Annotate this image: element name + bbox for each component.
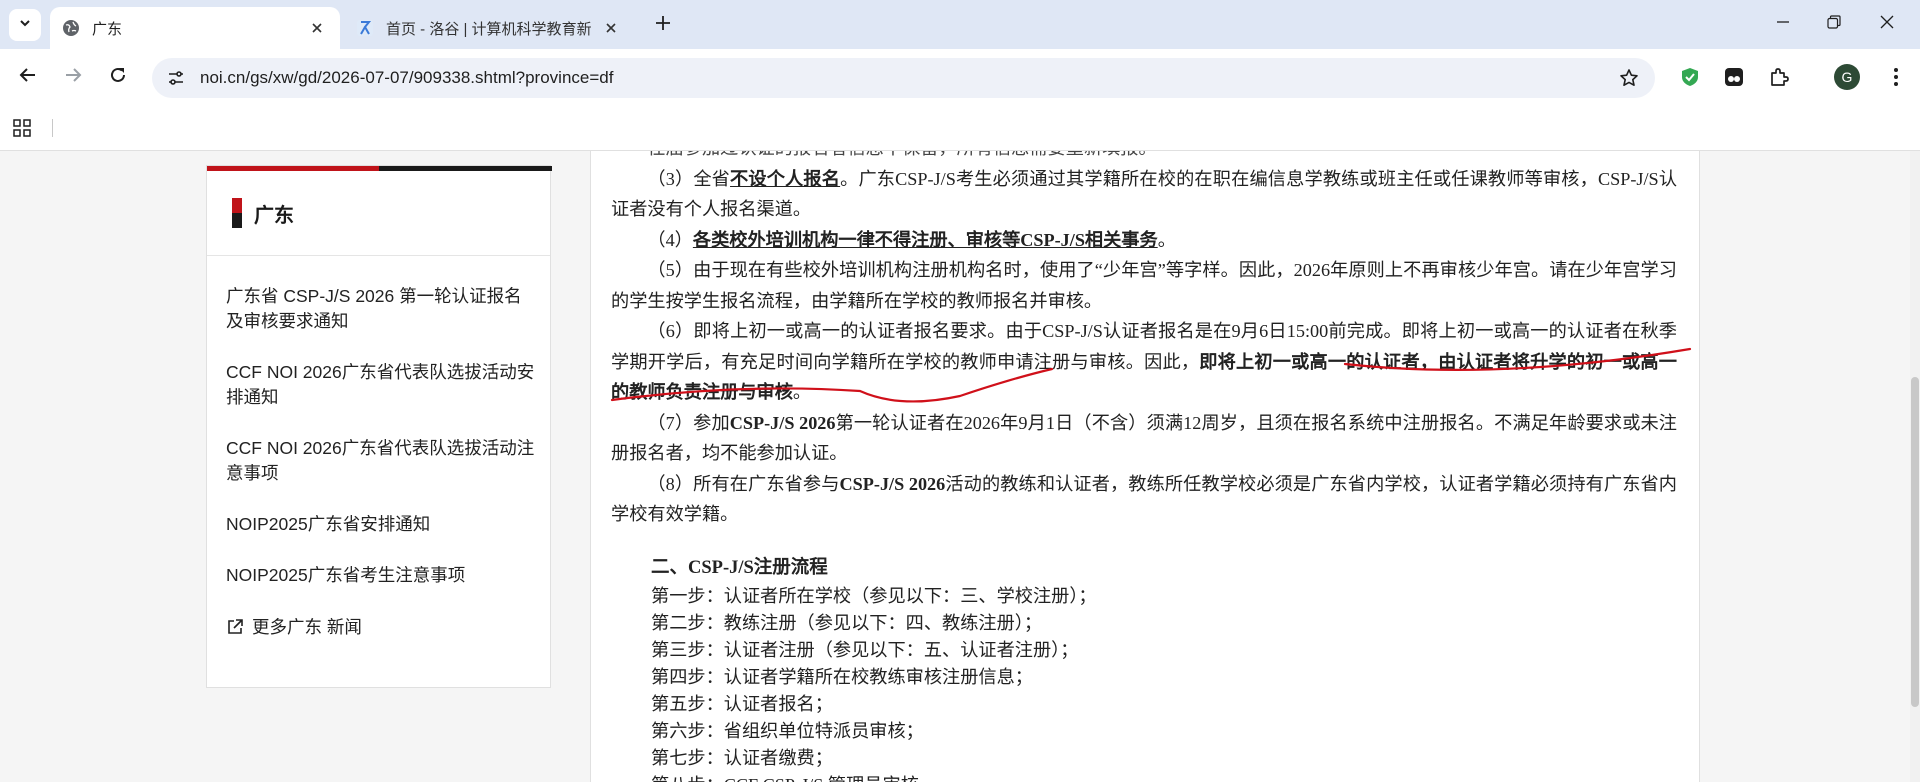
restore-button[interactable] <box>1811 8 1857 40</box>
sidebar-item-noi-schedule[interactable]: CCF NOI 2026广东省代表队选拔活动安排通知 <box>226 360 536 410</box>
close-icon[interactable] <box>306 17 328 39</box>
paragraph-3: （3）全省不设个人报名。广东CSP-J/S考生必须通过其学籍所在校的在职在编信息… <box>611 168 1677 220</box>
paragraph-8: （8）所有在广东省参与CSP-J/S 2026活动的教练和认证者，教练所任教学校… <box>611 473 1677 525</box>
paragraph-prev: 任届参加过认证的报名者信息不保留，所有信息需要重新填报。 <box>611 151 1677 164</box>
plus-icon <box>655 15 671 36</box>
more-news-link[interactable]: 更多广东 新闻 <box>226 614 536 639</box>
close-icon <box>1880 15 1894 34</box>
luogu-logo-icon <box>356 19 374 37</box>
scrollbar-thumb[interactable] <box>1911 377 1919 707</box>
step-item: 第五步：认证者报名； <box>651 693 833 714</box>
paragraph-4: （4）各类校外培训机构一律不得注册、审核等CSP-J/S相关事务。 <box>647 229 1176 250</box>
tab-title: 首页 - 洛谷 | 计算机科学教育新 <box>386 20 592 38</box>
close-icon[interactable] <box>600 17 622 39</box>
article-text: 任届参加过认证的报名者信息不保留，所有信息需要重新填报。 （3）全省不设个人报名… <box>611 151 1677 782</box>
tab-title: 广东 <box>92 20 123 38</box>
bookmarks-bar <box>0 105 1920 151</box>
minimize-button[interactable] <box>1760 8 1806 40</box>
external-link-icon <box>226 618 244 636</box>
paragraph-5: （5）由于现在有些校外培训机构注册机构名时，使用了“少年宫”等字样。因此，202… <box>611 260 1677 311</box>
site-settings-icon[interactable] <box>166 68 186 88</box>
sidebar-item-noip-notes[interactable]: NOIP2025广东省考生注意事项 <box>226 563 536 588</box>
section-heading: 二、CSP-J/S注册流程 <box>651 557 828 578</box>
paragraph-7: （7）参加CSP-J/S 2026第一轮认证者在2026年9月1日（不含）须满1… <box>611 412 1677 464</box>
step-item: 第三步：认证者注册（参见以下：五、认证者注册）； <box>651 639 1079 660</box>
section-marker-icon <box>232 198 242 228</box>
new-tab-button[interactable] <box>650 12 676 38</box>
minimize-icon <box>1776 15 1790 34</box>
step-item: 第四步：认证者学籍所在校教练审核注册信息； <box>651 666 1033 687</box>
arrow-right-icon <box>64 66 82 89</box>
profile-avatar[interactable]: G <box>1834 64 1860 90</box>
kebab-menu-icon[interactable] <box>1882 63 1910 91</box>
restore-icon <box>1827 14 1841 34</box>
sidebar-item-noip-schedule[interactable]: NOIP2025广东省安排通知 <box>226 512 536 537</box>
puzzle-extensions-icon[interactable] <box>1765 63 1793 91</box>
step-item: 第六步：省组织单位特派员审核； <box>651 720 924 741</box>
step-item: 第七步：认证者缴费； <box>651 747 833 768</box>
close-window-button[interactable] <box>1864 8 1910 40</box>
address-bar[interactable]: noi.cn/gs/xw/gd/2026-07-07/909338.shtml?… <box>152 58 1655 98</box>
sidebar-header: 广东 <box>207 171 550 256</box>
paragraph-6: （6）即将上初一或高一的认证者报名要求。由于CSP-J/S认证者报名是在9月6日… <box>611 321 1677 402</box>
sidebar-item-noi-notes[interactable]: CCF NOI 2026广东省代表队选拔活动注意事项 <box>226 436 536 486</box>
bookmarks-separator <box>52 119 53 137</box>
shield-extension-icon[interactable] <box>1676 63 1704 91</box>
url-text: noi.cn/gs/xw/gd/2026-07-07/909338.shtml?… <box>200 68 614 87</box>
reload-button[interactable] <box>102 61 134 93</box>
back-button[interactable] <box>12 61 44 93</box>
sidebar-title: 广东 <box>254 204 294 227</box>
arrow-left-icon <box>19 66 37 89</box>
step-item: 第二步：教练注册（参见以下：四、教练注册）； <box>651 612 1043 633</box>
browser-toolbar: noi.cn/gs/xw/gd/2026-07-07/909338.shtml?… <box>0 49 1920 105</box>
tab-bar: 广东 首页 - 洛谷 | 计算机科学教育新 <box>0 0 1920 49</box>
step-item: 第一步：认证者所在学校（参见以下：三、学校注册）； <box>651 585 1097 606</box>
globe-icon <box>62 19 80 37</box>
apps-grid-icon[interactable] <box>12 118 34 140</box>
tab-luogu[interactable]: 首页 - 洛谷 | 计算机科学教育新 <box>344 7 634 49</box>
tab-search-button[interactable] <box>9 9 41 41</box>
tampermonkey-extension-icon[interactable] <box>1720 63 1748 91</box>
step-item: 第八步：CCF CSP-J/S 管理员审核 <box>651 772 1677 782</box>
page-scrollbar[interactable] <box>1910 151 1920 782</box>
reload-icon <box>109 66 127 89</box>
chevron-down-icon <box>18 16 32 35</box>
tab-guangdong[interactable]: 广东 <box>50 7 340 49</box>
forward-button[interactable] <box>57 61 89 93</box>
page-content: 广东 广东省 CSP-J/S 2026 第一轮认证报名及审核要求通知 CCF N… <box>0 151 1920 782</box>
article-body: 任届参加过认证的报名者信息不保留，所有信息需要重新填报。 （3）全省不设个人报名… <box>590 151 1700 782</box>
sidebar-list: 广东省 CSP-J/S 2026 第一轮认证报名及审核要求通知 CCF NOI … <box>226 284 536 639</box>
more-news-label: 更多广东 新闻 <box>252 617 362 637</box>
sidebar-item-csp-notice[interactable]: 广东省 CSP-J/S 2026 第一轮认证报名及审核要求通知 <box>226 284 536 334</box>
sidebar-news: 广东 广东省 CSP-J/S 2026 第一轮认证报名及审核要求通知 CCF N… <box>206 165 552 688</box>
bookmark-star-icon[interactable] <box>1617 66 1641 90</box>
